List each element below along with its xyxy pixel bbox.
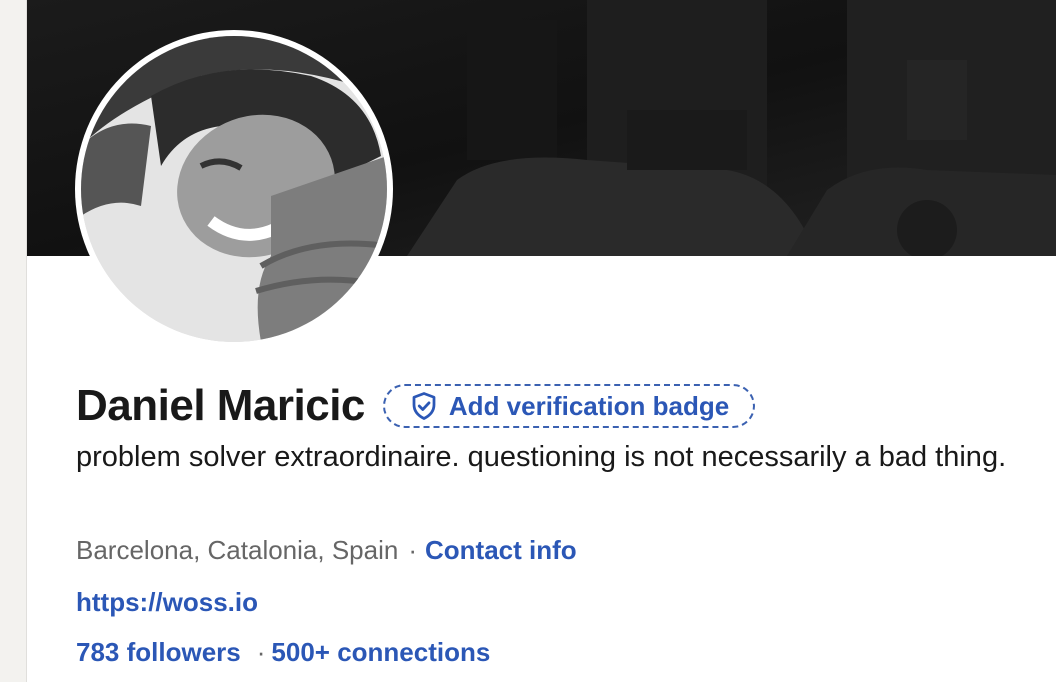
separator-dot: ·	[408, 535, 417, 565]
shield-check-icon	[409, 391, 439, 421]
verification-badge-label: Add verification badge	[448, 390, 730, 421]
contact-info-link[interactable]: Contact info	[425, 535, 577, 565]
profile-location: Barcelona, Catalonia, Spain	[76, 535, 399, 565]
connections-link[interactable]: 500+ connections	[271, 637, 490, 667]
avatar-photo	[81, 36, 387, 342]
separator-dot: ·	[256, 637, 266, 667]
name-row: Daniel Maricic Add verification badge	[76, 380, 756, 432]
profile-card: Daniel Maricic Add verification badge pr…	[26, 0, 1056, 682]
stats-row: 783 followers · 500+ connections	[76, 634, 490, 670]
profile-headline: problem solver extraordinaire. questioni…	[76, 441, 1007, 473]
add-verification-badge-button[interactable]: Add verification badge	[382, 384, 756, 428]
profile-name: Daniel Maricic	[76, 381, 365, 430]
profile-avatar[interactable]	[75, 30, 393, 348]
website-link[interactable]: https://woss.io	[76, 584, 258, 620]
followers-link[interactable]: 783 followers	[76, 637, 241, 667]
location-row: Barcelona, Catalonia, Spain · Contact info	[76, 532, 577, 568]
